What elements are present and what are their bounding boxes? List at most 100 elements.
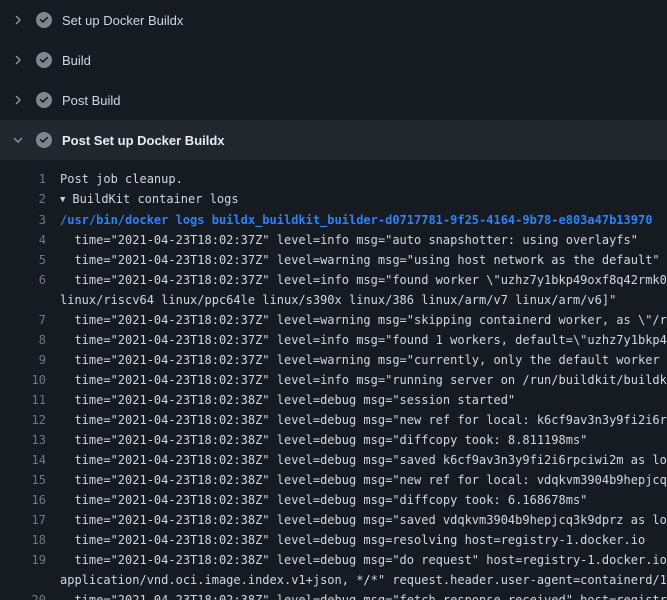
- log-line: 12 time="2021-04-23T18:02:38Z" level=deb…: [0, 410, 667, 430]
- log-line: 18 time="2021-04-23T18:02:38Z" level=deb…: [0, 530, 667, 550]
- check-circle-icon: [36, 52, 52, 68]
- log-line: 10 time="2021-04-23T18:02:37Z" level=inf…: [0, 370, 667, 390]
- log-line-content: application/vnd.oci.image.index.v1+json,…: [60, 570, 667, 590]
- line-number-link[interactable]: 4: [0, 230, 46, 250]
- line-number-link[interactable]: 18: [0, 530, 46, 550]
- log-line-content: ▼BuildKit container logs: [60, 189, 667, 210]
- log-line-content: time="2021-04-23T18:02:38Z" level=debug …: [60, 530, 667, 550]
- line-number-link[interactable]: 12: [0, 410, 46, 430]
- log-line: 4 time="2021-04-23T18:02:37Z" level=info…: [0, 230, 667, 250]
- log-line: 19 time="2021-04-23T18:02:38Z" level=deb…: [0, 550, 667, 570]
- step-row-post-build[interactable]: Post Build: [0, 80, 667, 120]
- log-line: 11 time="2021-04-23T18:02:38Z" level=deb…: [0, 390, 667, 410]
- log-line-content: time="2021-04-23T18:02:37Z" level=warnin…: [60, 350, 667, 370]
- line-number-link[interactable]: [0, 570, 46, 590]
- check-circle-icon: [36, 92, 52, 108]
- line-number-link[interactable]: 11: [0, 390, 46, 410]
- log-line-content: /usr/bin/docker logs buildx_buildkit_bui…: [60, 210, 667, 230]
- step-row-set-up-docker-buildx[interactable]: Set up Docker Buildx: [0, 0, 667, 40]
- line-number-link[interactable]: 5: [0, 250, 46, 270]
- log-line-content: time="2021-04-23T18:02:37Z" level=warnin…: [60, 250, 667, 270]
- chevron-down-icon[interactable]: [12, 134, 24, 146]
- log-lines: 1 Post job cleanup. 2 ▼BuildKit containe…: [0, 160, 667, 600]
- log-line-text: time="2021-04-23T18:02:37Z" level=warnin…: [60, 313, 667, 327]
- log-line-content: time="2021-04-23T18:02:38Z" level=debug …: [60, 550, 667, 570]
- step-label: Post Set up Docker Buildx: [62, 133, 225, 148]
- log-line: 13 time="2021-04-23T18:02:38Z" level=deb…: [0, 430, 667, 450]
- log-line-text: time="2021-04-23T18:02:38Z" level=debug …: [60, 493, 587, 507]
- log-line-text: time="2021-04-23T18:02:37Z" level=warnin…: [60, 353, 667, 367]
- log-line-text: time="2021-04-23T18:02:38Z" level=debug …: [60, 473, 667, 487]
- log-line: 7 time="2021-04-23T18:02:37Z" level=warn…: [0, 310, 667, 330]
- line-number-link[interactable]: 15: [0, 470, 46, 490]
- log-line-text: time="2021-04-23T18:02:37Z" level=warnin…: [60, 253, 660, 267]
- actions-log-viewer: Set up Docker Buildx Build Post Build Po…: [0, 0, 667, 600]
- log-line-text: time="2021-04-23T18:02:37Z" level=info m…: [60, 373, 667, 387]
- triangle-down-icon[interactable]: ▼: [60, 195, 65, 205]
- line-number-link[interactable]: 3: [0, 210, 46, 230]
- line-number-link[interactable]: 6: [0, 270, 46, 290]
- chevron-right-icon[interactable]: [12, 94, 24, 106]
- line-number-link[interactable]: 1: [0, 169, 46, 189]
- log-line: 1 Post job cleanup.: [0, 169, 667, 189]
- log-line-content: time="2021-04-23T18:02:37Z" level=info m…: [60, 230, 667, 250]
- log-line: 6 time="2021-04-23T18:02:37Z" level=info…: [0, 270, 667, 290]
- line-number-link[interactable]: [0, 290, 46, 310]
- log-line-content: time="2021-04-23T18:02:38Z" level=debug …: [60, 410, 667, 430]
- step-row-build[interactable]: Build: [0, 40, 667, 80]
- log-line: 16 time="2021-04-23T18:02:38Z" level=deb…: [0, 490, 667, 510]
- line-number-link[interactable]: 7: [0, 310, 46, 330]
- log-line-text: time="2021-04-23T18:02:38Z" level=debug …: [60, 453, 667, 467]
- log-line-text: linux/riscv64 linux/ppc64le linux/s390x …: [60, 293, 616, 307]
- line-number-link[interactable]: 2: [0, 189, 46, 210]
- log-line-content: time="2021-04-23T18:02:38Z" level=debug …: [60, 450, 667, 470]
- step-label: Post Build: [62, 93, 121, 108]
- line-number-link[interactable]: 17: [0, 510, 46, 530]
- log-line-content: Post job cleanup.: [60, 169, 667, 189]
- log-line: 17 time="2021-04-23T18:02:38Z" level=deb…: [0, 510, 667, 530]
- chevron-right-icon[interactable]: [12, 54, 24, 66]
- log-line: 8 time="2021-04-23T18:02:37Z" level=info…: [0, 330, 667, 350]
- log-line-text: time="2021-04-23T18:02:38Z" level=debug …: [60, 413, 667, 427]
- line-number-link[interactable]: 20: [0, 590, 46, 600]
- step-row-post-set-up-docker-buildx[interactable]: Post Set up Docker Buildx: [0, 120, 667, 160]
- check-circle-icon: [36, 12, 52, 28]
- log-line-content: time="2021-04-23T18:02:37Z" level=info m…: [60, 370, 667, 390]
- log-line: 3 /usr/bin/docker logs buildx_buildkit_b…: [0, 210, 667, 230]
- check-circle-icon: [36, 132, 52, 148]
- log-line-content: time="2021-04-23T18:02:37Z" level=info m…: [60, 270, 667, 290]
- log-line-content: time="2021-04-23T18:02:38Z" level=debug …: [60, 590, 667, 600]
- log-line-text: time="2021-04-23T18:02:38Z" level=debug …: [60, 593, 667, 600]
- log-line: 2 ▼BuildKit container logs: [0, 189, 667, 210]
- line-number-link[interactable]: 10: [0, 370, 46, 390]
- log-line-text: time="2021-04-23T18:02:38Z" level=debug …: [60, 393, 515, 407]
- log-line-content: time="2021-04-23T18:02:38Z" level=debug …: [60, 390, 667, 410]
- log-line-text: time="2021-04-23T18:02:38Z" level=debug …: [60, 533, 645, 547]
- log-line-content: time="2021-04-23T18:02:38Z" level=debug …: [60, 490, 667, 510]
- log-line-content: time="2021-04-23T18:02:38Z" level=debug …: [60, 470, 667, 490]
- log-line-text: time="2021-04-23T18:02:38Z" level=debug …: [60, 513, 667, 527]
- log-line-text: Post job cleanup.: [60, 172, 183, 186]
- chevron-right-icon[interactable]: [12, 14, 24, 26]
- log-line-text: time="2021-04-23T18:02:37Z" level=info m…: [60, 333, 667, 347]
- line-number-link[interactable]: 19: [0, 550, 46, 570]
- line-number-link[interactable]: 16: [0, 490, 46, 510]
- log-line-text: /usr/bin/docker logs buildx_buildkit_bui…: [60, 213, 652, 227]
- log-line-content: time="2021-04-23T18:02:38Z" level=debug …: [60, 510, 667, 530]
- log-line: linux/riscv64 linux/ppc64le linux/s390x …: [0, 290, 667, 310]
- log-line-text: time="2021-04-23T18:02:38Z" level=debug …: [60, 433, 587, 447]
- log-line-text: time="2021-04-23T18:02:37Z" level=info m…: [60, 273, 667, 287]
- line-number-link[interactable]: 8: [0, 330, 46, 350]
- log-line-content: time="2021-04-23T18:02:37Z" level=warnin…: [60, 310, 667, 330]
- line-number-link[interactable]: 14: [0, 450, 46, 470]
- log-line-content: linux/riscv64 linux/ppc64le linux/s390x …: [60, 290, 667, 310]
- step-label: Set up Docker Buildx: [62, 13, 183, 28]
- log-line: 15 time="2021-04-23T18:02:38Z" level=deb…: [0, 470, 667, 490]
- log-line-text: time="2021-04-23T18:02:37Z" level=info m…: [60, 233, 638, 247]
- line-number-link[interactable]: 9: [0, 350, 46, 370]
- line-number-link[interactable]: 13: [0, 430, 46, 450]
- log-line: 20 time="2021-04-23T18:02:38Z" level=deb…: [0, 590, 667, 600]
- log-line: 5 time="2021-04-23T18:02:37Z" level=warn…: [0, 250, 667, 270]
- log-line-text: time="2021-04-23T18:02:38Z" level=debug …: [60, 553, 667, 567]
- log-line-text: application/vnd.oci.image.index.v1+json,…: [60, 573, 667, 587]
